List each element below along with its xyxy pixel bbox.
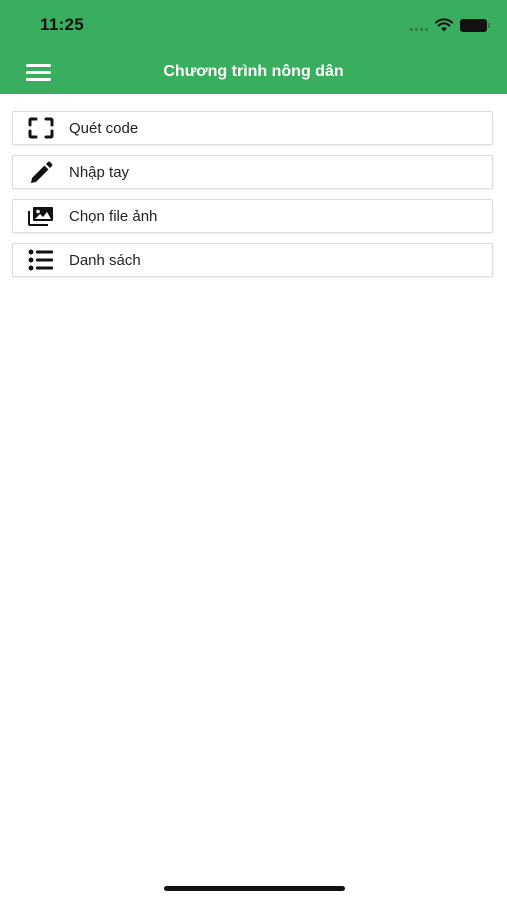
home-indicator[interactable] xyxy=(164,886,345,891)
pencil-icon xyxy=(13,156,69,188)
menu-item-label: Danh sách xyxy=(69,251,141,269)
menu-item-choose-image[interactable]: Chọn file ảnh xyxy=(12,199,493,233)
scan-frame-icon xyxy=(13,112,69,144)
battery-icon xyxy=(460,18,490,32)
menu-item-label: Quét code xyxy=(69,119,139,137)
image-gallery-icon xyxy=(13,200,69,232)
status-indicators xyxy=(410,17,490,33)
menu-item-scan-code[interactable]: Quét code xyxy=(12,111,493,145)
list-icon xyxy=(13,244,69,276)
menu-list: Quét code Nhập tay Chọn file ảnh Danh sá… xyxy=(12,111,493,287)
menu-item-manual-entry[interactable]: Nhập tay xyxy=(12,155,493,189)
menu-item-label: Nhập tay xyxy=(69,163,130,181)
menu-item-label: Chọn file ảnh xyxy=(69,207,158,225)
status-time: 11:25 xyxy=(40,15,85,34)
navigation-bar: Chương trình nông dân xyxy=(0,55,507,89)
wifi-icon xyxy=(435,18,453,32)
cellular-signal-icon xyxy=(410,19,428,31)
page-title: Chương trình nông dân xyxy=(163,63,344,80)
menu-item-list[interactable]: Danh sách xyxy=(12,243,493,277)
app-header: 11:25 Chương trình nông dân xyxy=(0,0,507,94)
